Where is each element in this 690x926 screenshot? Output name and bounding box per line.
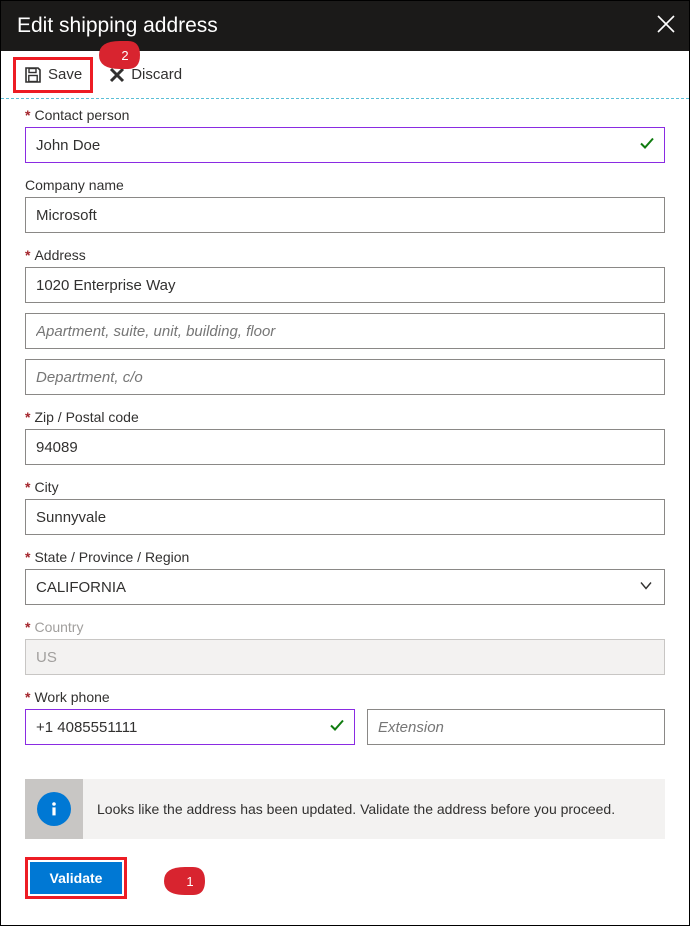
label-company-name: Company name: [25, 177, 665, 193]
form: * Contact person Company name * Address …: [1, 99, 689, 915]
label-zip: * Zip / Postal code: [25, 409, 665, 425]
field-state: * State / Province / Region: [25, 549, 665, 605]
required-marker: *: [25, 409, 30, 425]
label-country: * Country: [25, 619, 665, 635]
callout-step-2: 2: [98, 39, 142, 74]
info-bar: Looks like the address has been updated.…: [25, 779, 665, 839]
label-work-phone: * Work phone: [25, 689, 665, 705]
save-button-label: Save: [48, 66, 82, 83]
required-marker: *: [25, 689, 30, 705]
required-marker: *: [25, 619, 30, 635]
state-select[interactable]: [25, 569, 665, 605]
close-icon[interactable]: [657, 15, 675, 37]
validate-highlight: Validate: [25, 857, 127, 899]
field-zip: * Zip / Postal code: [25, 409, 665, 465]
extension-input[interactable]: [367, 709, 665, 745]
field-contact-person: * Contact person: [25, 107, 665, 163]
address-3-input[interactable]: [25, 359, 665, 395]
address-2-input[interactable]: [25, 313, 665, 349]
callout-step-1: 1: [163, 865, 207, 900]
work-phone-input[interactable]: [25, 709, 355, 745]
company-name-input[interactable]: [25, 197, 665, 233]
field-address: * Address: [25, 247, 665, 303]
label-address: * Address: [25, 247, 665, 263]
info-message: Looks like the address has been updated.…: [83, 801, 629, 817]
label-state: * State / Province / Region: [25, 549, 665, 565]
required-marker: *: [25, 549, 30, 565]
field-company-name: Company name: [25, 177, 665, 233]
field-country: * Country: [25, 619, 665, 675]
save-icon: [24, 66, 42, 84]
field-city: * City: [25, 479, 665, 535]
dialog-title: Edit shipping address: [17, 14, 218, 38]
info-icon: [37, 792, 71, 826]
svg-text:1: 1: [186, 874, 193, 889]
field-work-phone: * Work phone: [25, 689, 665, 745]
required-marker: *: [25, 107, 30, 123]
address-input[interactable]: [25, 267, 665, 303]
info-icon-box: [25, 779, 83, 839]
required-marker: *: [25, 479, 30, 495]
city-input[interactable]: [25, 499, 665, 535]
field-address-3: [25, 359, 665, 395]
contact-person-input[interactable]: [25, 127, 665, 163]
validate-button[interactable]: Validate: [30, 862, 122, 894]
zip-input[interactable]: [25, 429, 665, 465]
required-marker: *: [25, 247, 30, 263]
field-address-2: [25, 313, 665, 349]
country-input: [25, 639, 665, 675]
svg-text:2: 2: [121, 48, 128, 63]
label-contact-person: * Contact person: [25, 107, 665, 123]
label-city: * City: [25, 479, 665, 495]
save-button[interactable]: Save: [13, 57, 93, 93]
